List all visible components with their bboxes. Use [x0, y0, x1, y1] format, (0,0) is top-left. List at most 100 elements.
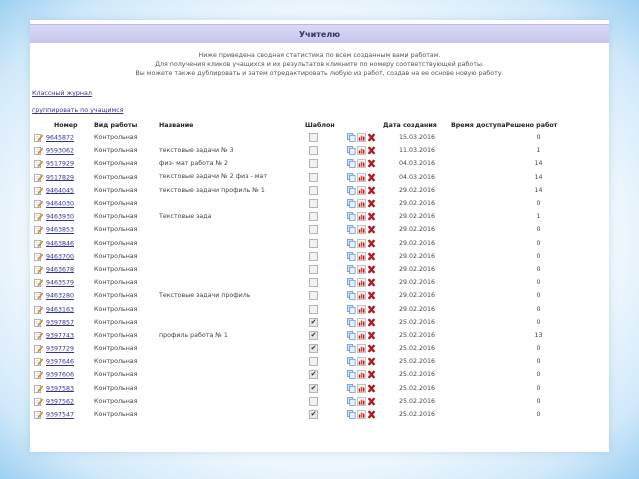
- work-number-link[interactable]: 9397857: [46, 319, 74, 326]
- duplicate-icon[interactable]: [347, 410, 356, 419]
- stats-icon[interactable]: [357, 383, 366, 393]
- template-checkbox[interactable]: [309, 225, 318, 235]
- stats-icon[interactable]: [357, 344, 366, 353]
- template-checkbox[interactable]: [309, 172, 318, 182]
- duplicate-icon[interactable]: [347, 172, 356, 182]
- stats-icon[interactable]: [357, 370, 366, 380]
- work-number-link[interactable]: 9593062: [46, 148, 74, 155]
- work-number-link[interactable]: 9463579: [46, 280, 74, 287]
- col-type-header[interactable]: Вид работы: [94, 120, 159, 131]
- template-checkbox[interactable]: ✔: [309, 330, 318, 340]
- edit-pencil-icon[interactable]: [34, 384, 44, 393]
- delete-icon[interactable]: [367, 291, 376, 300]
- work-number-link[interactable]: 9463678: [46, 266, 74, 273]
- stats-icon[interactable]: [357, 291, 366, 301]
- work-number-link[interactable]: 9645872: [46, 135, 74, 142]
- work-number-link[interactable]: 9463700: [46, 253, 74, 260]
- stats-icon[interactable]: [357, 172, 366, 182]
- template-checkbox[interactable]: ✔: [309, 383, 318, 393]
- work-number-link[interactable]: 9397547: [46, 412, 74, 419]
- col-name-header[interactable]: Название: [159, 120, 305, 131]
- template-checkbox[interactable]: [309, 185, 318, 195]
- col-created-header[interactable]: Дата создания: [383, 120, 451, 131]
- stats-icon[interactable]: [357, 265, 366, 274]
- edit-pencil-icon[interactable]: [34, 212, 44, 222]
- delete-icon[interactable]: [367, 318, 376, 327]
- work-number-link[interactable]: 9464045: [46, 187, 74, 194]
- stats-icon[interactable]: [357, 278, 366, 287]
- delete-icon[interactable]: [367, 370, 376, 379]
- delete-icon[interactable]: [367, 397, 376, 406]
- delete-icon[interactable]: [367, 252, 376, 261]
- edit-pencil-icon[interactable]: [34, 173, 44, 182]
- template-checkbox[interactable]: [309, 357, 318, 367]
- duplicate-icon[interactable]: [347, 199, 356, 208]
- stats-icon[interactable]: [357, 238, 366, 248]
- edit-pencil-icon[interactable]: [34, 239, 44, 248]
- edit-pencil-icon[interactable]: [34, 252, 44, 261]
- edit-pencil-icon[interactable]: [34, 186, 44, 195]
- duplicate-icon[interactable]: [347, 331, 356, 340]
- stats-icon[interactable]: [357, 304, 366, 314]
- delete-icon[interactable]: [367, 278, 376, 287]
- stats-icon[interactable]: [357, 331, 366, 340]
- class-journal-link[interactable]: Классный журнал: [32, 90, 609, 97]
- delete-icon[interactable]: [367, 357, 376, 366]
- delete-icon[interactable]: [367, 344, 376, 353]
- delete-icon[interactable]: [367, 173, 376, 182]
- edit-pencil-icon[interactable]: [34, 199, 44, 208]
- stats-icon[interactable]: [357, 225, 366, 235]
- col-solved-header[interactable]: Решено работ: [505, 120, 571, 131]
- col-template-header[interactable]: Шаблон: [305, 120, 347, 131]
- template-checkbox[interactable]: [309, 146, 318, 156]
- edit-pencil-icon[interactable]: [34, 331, 44, 340]
- work-number-link[interactable]: 9517829: [46, 174, 74, 181]
- group-by-students-link[interactable]: группировать по учащимся: [32, 107, 609, 114]
- duplicate-icon[interactable]: [347, 265, 356, 274]
- edit-pencil-icon[interactable]: [34, 291, 44, 301]
- edit-pencil-icon[interactable]: [34, 278, 44, 288]
- duplicate-icon[interactable]: [347, 370, 356, 380]
- template-checkbox[interactable]: [309, 396, 318, 406]
- work-number-link[interactable]: 9397743: [46, 332, 74, 339]
- stats-icon[interactable]: [357, 357, 366, 367]
- duplicate-icon[interactable]: [347, 146, 356, 156]
- stats-icon[interactable]: [357, 317, 366, 327]
- edit-pencil-icon[interactable]: [34, 410, 44, 419]
- stats-icon[interactable]: [357, 251, 366, 261]
- duplicate-icon[interactable]: [347, 225, 356, 235]
- delete-icon[interactable]: [367, 159, 376, 168]
- work-number-link[interactable]: 9463163: [46, 306, 74, 313]
- delete-icon[interactable]: [367, 384, 376, 393]
- delete-icon[interactable]: [367, 199, 376, 208]
- duplicate-icon[interactable]: [347, 133, 356, 142]
- delete-icon[interactable]: [367, 212, 376, 221]
- delete-icon[interactable]: [367, 225, 376, 234]
- template-checkbox[interactable]: ✔: [309, 317, 318, 327]
- delete-icon[interactable]: [367, 265, 376, 274]
- work-number-link[interactable]: 9397646: [46, 359, 74, 366]
- template-checkbox[interactable]: ✔: [309, 370, 318, 380]
- stats-icon[interactable]: [357, 410, 366, 419]
- template-checkbox[interactable]: [309, 251, 318, 261]
- duplicate-icon[interactable]: [347, 185, 356, 195]
- template-checkbox[interactable]: [309, 304, 318, 314]
- edit-pencil-icon[interactable]: [34, 305, 44, 314]
- template-checkbox[interactable]: ✔: [309, 410, 318, 420]
- work-number-link[interactable]: 9517929: [46, 161, 74, 168]
- stats-icon[interactable]: [357, 133, 366, 142]
- work-number-link[interactable]: 9463846: [46, 240, 74, 247]
- work-number-link[interactable]: 9397729: [46, 346, 74, 353]
- work-number-link[interactable]: 9463930: [46, 214, 74, 221]
- template-checkbox[interactable]: ✔: [309, 344, 318, 354]
- template-checkbox[interactable]: [309, 212, 318, 222]
- stats-icon[interactable]: [357, 397, 366, 406]
- edit-pencil-icon[interactable]: [34, 146, 44, 156]
- work-number-link[interactable]: 9463280: [46, 293, 74, 300]
- template-checkbox[interactable]: [309, 159, 318, 169]
- delete-icon[interactable]: [367, 133, 376, 142]
- duplicate-icon[interactable]: [347, 396, 356, 406]
- work-number-link[interactable]: 9464030: [46, 201, 74, 208]
- template-checkbox[interactable]: [309, 238, 318, 248]
- duplicate-icon[interactable]: [347, 317, 356, 327]
